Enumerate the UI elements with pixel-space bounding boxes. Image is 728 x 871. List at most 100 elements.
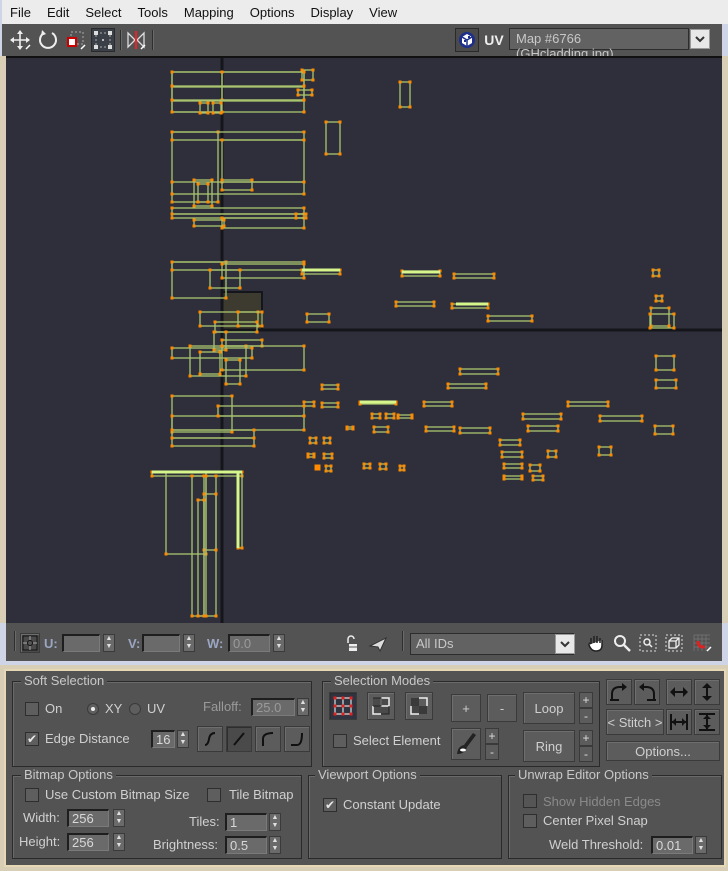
loop-shrink-button[interactable]: - [579,708,593,724]
menu-edit[interactable]: Edit [47,5,69,20]
move-tool-button[interactable] [8,28,32,52]
uv-radio[interactable] [129,703,141,715]
height-field[interactable]: 256 [67,833,109,851]
width-spinner[interactable]: ▲ ▼ [113,809,125,827]
map-select-dropdown[interactable] [690,29,710,49]
uv-vertex [330,452,334,456]
ring-button[interactable]: Ring [523,730,575,762]
v-field[interactable] [142,634,180,652]
weld-threshold-field[interactable]: 0.01 [651,836,693,854]
paint-grow-button[interactable]: + [485,728,499,744]
zoom-extents-button[interactable] [662,631,686,655]
uv-shell [459,368,499,375]
ring-grow-button[interactable]: + [579,730,593,746]
show-map-button[interactable] [455,28,479,52]
map-select[interactable]: Map #6766 (GHcladding.jpg) [509,28,689,61]
id-filter-dropdown[interactable] [555,634,575,654]
zoom-region-button[interactable] [636,631,660,655]
edge-distance-checkbox[interactable]: ✔ [25,732,39,746]
pan-button[interactable] [584,631,608,655]
edge-distance-spinner[interactable]: ▲ ▼ [177,730,189,748]
uv-edit-viewport[interactable] [6,56,722,623]
center-pixel-snap-checkbox[interactable] [523,814,537,828]
menu-mapping[interactable]: Mapping [184,5,234,20]
stitch-button[interactable]: < Stitch > [606,709,664,735]
menu-options[interactable]: Options [250,5,295,20]
uv-vertex [170,346,174,350]
tiles-spinner[interactable]: ▲ ▼ [269,813,281,831]
status-separator [402,631,404,651]
menu-file[interactable]: File [10,5,31,20]
uv-space-button[interactable]: UV [482,28,506,52]
shrink-selection-button[interactable]: - [487,694,517,722]
uv-vertex [362,462,366,466]
loop-button[interactable]: Loop [523,692,575,724]
soft-selection-on-checkbox[interactable] [25,702,39,716]
tile-bitmap-checkbox[interactable] [207,788,221,802]
v-spinner[interactable]: ▲ ▼ [183,634,195,652]
edge-distance-field[interactable]: 16 [151,730,175,748]
use-custom-bitmap-size-checkbox[interactable] [25,788,39,802]
options-button[interactable]: Options... [606,741,720,761]
zoom-button[interactable] [610,631,634,655]
weld-threshold-spinner[interactable]: ▲ ▼ [695,836,707,854]
freeform-mode-button[interactable] [91,28,115,52]
uv-shell [655,379,677,389]
uv-vertex [566,400,570,404]
align-horizontal-button[interactable] [666,709,692,735]
rotate-ccw-90-button[interactable] [606,679,632,705]
u-field[interactable] [62,634,100,652]
tiles-field[interactable]: 1 [225,813,267,831]
w-field[interactable]: 0.0 [228,634,270,652]
uv-vertex [674,386,678,390]
arrows-vertical-icon [702,683,712,701]
falloff-linear-button[interactable] [226,726,252,752]
falloff-field[interactable]: 25.0 [251,698,295,716]
menu-display[interactable]: Display [311,5,354,20]
u-spinner[interactable]: ▲ ▼ [103,634,115,652]
paint-select-button[interactable] [451,728,481,760]
rotate-cw-90-button[interactable] [634,679,660,705]
w-spinner[interactable]: ▲ ▼ [273,634,285,652]
constant-update-checkbox[interactable]: ✔ [323,798,337,812]
uv-vertex [198,372,202,376]
face-mode-button[interactable] [405,692,433,720]
absolute-offset-toggle[interactable] [20,633,40,653]
falloff-spinner[interactable]: ▲ ▼ [297,698,309,716]
align-vertical-button[interactable] [694,709,720,735]
loop-grow-button[interactable]: + [579,692,593,708]
paint-shrink-button[interactable]: - [485,744,499,760]
xy-radio[interactable] [87,703,99,715]
tile-bitmap-label: Tile Bitmap [229,787,294,802]
material-id-filter[interactable]: All IDs [410,633,574,655]
rotate-tool-button[interactable] [36,28,60,52]
grow-selection-button[interactable]: + [451,694,481,722]
uv-shell [503,463,523,469]
flip-vertical-button[interactable] [694,679,720,705]
ring-shrink-button[interactable]: - [579,746,593,762]
falloff-fastout-button[interactable] [284,726,310,752]
height-spinner[interactable]: ▲ ▼ [113,833,125,851]
menu-tools[interactable]: Tools [138,5,168,20]
paintbrush-icon [457,733,476,754]
edge-mode-button[interactable] [367,692,395,720]
uv-vertex [206,182,210,186]
width-field[interactable]: 256 [67,809,109,827]
show-hidden-edges-checkbox[interactable] [523,794,537,808]
uv-canvas[interactable] [6,58,722,623]
uv-vertex [378,416,382,420]
flip-horizontal-button[interactable] [666,679,692,705]
select-element-checkbox[interactable] [333,734,347,748]
menu-select[interactable]: Select [85,5,121,20]
lock-selection-button[interactable] [340,632,364,656]
mirror-tool-button[interactable] [124,28,148,52]
vertex-mode-button[interactable] [329,692,357,720]
menu-view[interactable]: View [369,5,397,20]
scale-tool-button[interactable] [64,28,88,52]
snap-toggle-button[interactable] [690,631,714,655]
brightness-field[interactable]: 0.5 [225,836,267,854]
falloff-slowout-button[interactable] [255,726,281,752]
falloff-smooth-button[interactable] [197,726,223,752]
filter-selected-button[interactable] [366,632,390,656]
brightness-spinner[interactable]: ▲ ▼ [269,836,281,854]
